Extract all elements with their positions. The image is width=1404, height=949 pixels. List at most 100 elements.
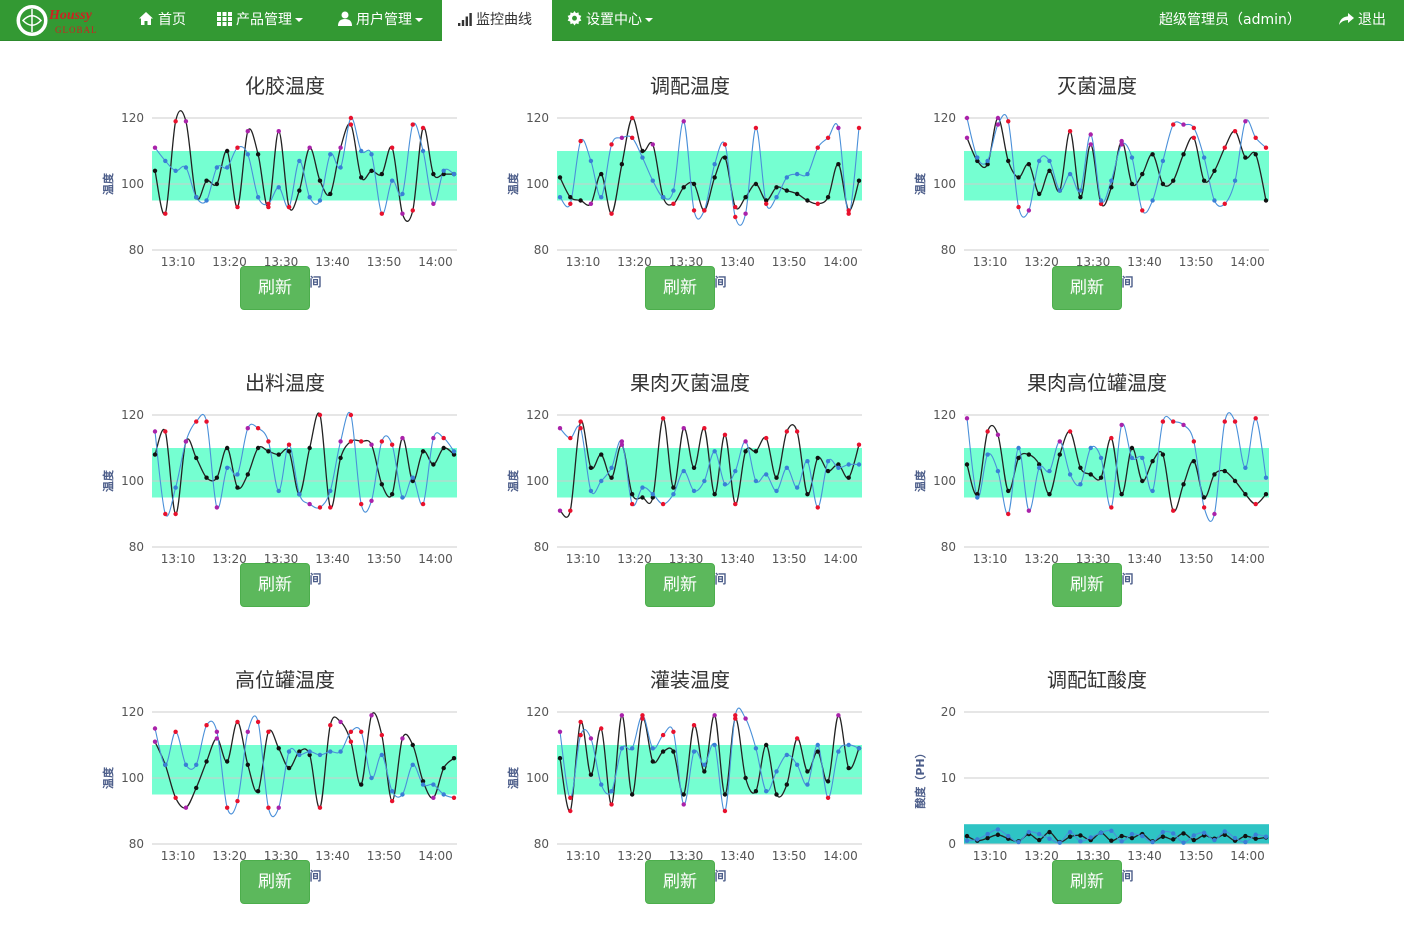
data-point: [1057, 840, 1062, 845]
data-point: [660, 416, 666, 421]
data-point: [815, 455, 820, 461]
data-point: [307, 145, 312, 150]
data-point: [379, 752, 385, 758]
data-point: [266, 805, 271, 810]
data-point: [1098, 455, 1104, 461]
y-tick-label: 100: [121, 474, 144, 488]
data-point: [1119, 492, 1124, 497]
data-point: [588, 465, 594, 470]
data-point: [1150, 839, 1155, 845]
data-point: [1191, 135, 1197, 140]
chart-panel: 调配缸酸度 0 10 20 13:10 13:20 13:30 13:40 13:50 14:00…: [907, 594, 1287, 904]
data-point: [743, 775, 748, 781]
data-point: [846, 742, 851, 748]
data-point: [805, 171, 810, 177]
data-point: [856, 442, 862, 447]
data-point: [557, 195, 563, 200]
data-point: [163, 429, 168, 434]
data-point: [328, 488, 333, 494]
data-point: [1191, 833, 1197, 838]
data-point: [1181, 840, 1186, 845]
data-point: [245, 129, 250, 134]
data-point: [431, 171, 436, 177]
data-point: [660, 732, 666, 738]
data-point: [774, 185, 779, 190]
data-point: [1232, 419, 1238, 424]
data-point: [650, 178, 655, 183]
y-tick-label: 80: [941, 540, 956, 554]
data-point: [255, 789, 261, 794]
data-point: [276, 488, 281, 494]
data-point: [400, 495, 405, 500]
data-point: [995, 122, 1001, 127]
data-point: [985, 452, 990, 457]
data-point: [1181, 422, 1186, 428]
data-point: [369, 168, 374, 173]
data-point: [1212, 168, 1217, 173]
data-point: [1098, 198, 1104, 203]
data-point: [379, 211, 385, 216]
y-tick-label: 120: [121, 111, 144, 125]
data-point: [204, 178, 209, 183]
data-point: [1201, 178, 1207, 183]
data-point: [1181, 831, 1186, 836]
data-point: [1036, 158, 1042, 164]
data-point: [753, 789, 759, 794]
data-point: [431, 201, 436, 206]
refresh-button[interactable]: 刷新: [240, 860, 310, 904]
data-point: [245, 152, 250, 157]
x-tick-label: 14:00: [1230, 255, 1265, 269]
data-point: [338, 719, 343, 725]
data-point: [1232, 129, 1238, 134]
y-axis-title: 温度: [506, 172, 520, 195]
houssy-logo[interactable]: Houssy GLOBAL: [15, 3, 107, 38]
data-point: [1006, 488, 1011, 494]
data-point: [1263, 834, 1269, 839]
data-point: [1098, 830, 1104, 835]
data-point: [348, 412, 354, 418]
data-point: [764, 435, 769, 441]
data-point: [245, 426, 250, 431]
data-point: [163, 211, 168, 216]
data-point: [964, 833, 970, 839]
refresh-button[interactable]: 刷新: [645, 860, 715, 904]
data-point: [629, 115, 635, 121]
data-point: [379, 732, 385, 738]
data-point: [856, 178, 862, 183]
chart-title: 调配温度: [650, 74, 730, 98]
data-point: [629, 492, 635, 497]
data-point: [255, 152, 261, 157]
data-point: [1140, 478, 1145, 484]
data-point: [1006, 511, 1011, 517]
data-point: [420, 501, 426, 507]
data-point: [794, 191, 800, 197]
data-point: [743, 449, 748, 454]
data-point: [441, 168, 446, 173]
data-point: [1026, 452, 1032, 457]
x-tick-label: 13:40: [1127, 255, 1162, 269]
data-point: [671, 492, 676, 497]
data-point: [307, 501, 312, 507]
data-point: [681, 185, 686, 190]
chart-panel: 化胶温度 80 100 120 13:10 13:20 13:30 13:40 13:50 14:…: [95, 0, 475, 310]
data-point: [964, 135, 970, 140]
data-point: [702, 478, 707, 484]
data-point: [712, 162, 717, 167]
data-point: [235, 145, 240, 150]
data-point: [359, 439, 364, 444]
data-point: [359, 175, 364, 180]
data-point: [1212, 511, 1217, 517]
data-point: [451, 449, 457, 454]
data-point: [235, 719, 240, 725]
data-point: [1243, 155, 1248, 160]
data-point: [629, 792, 635, 797]
x-tick-label: 13:10: [973, 255, 1008, 269]
data-point: [691, 488, 697, 494]
data-point: [389, 145, 395, 150]
data-point: [640, 148, 645, 154]
refresh-button[interactable]: 刷新: [1052, 860, 1122, 904]
data-point: [173, 119, 178, 124]
logout-link[interactable]: 退出: [1339, 0, 1386, 41]
data-point: [733, 204, 738, 210]
chart-panel: 果肉高位罐温度 80 100 120 13:10 13:20 13:30 13:40 13:50…: [907, 297, 1287, 607]
